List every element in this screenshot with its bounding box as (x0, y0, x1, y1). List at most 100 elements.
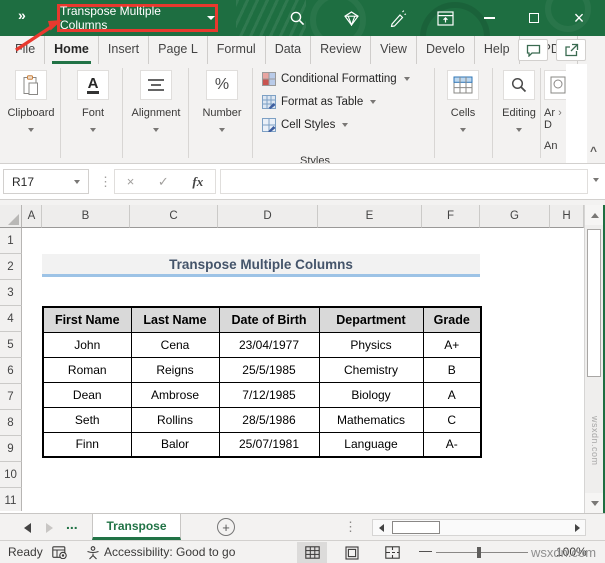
worksheet-area[interactable]: Transpose Multiple Columns First Name Las… (22, 228, 584, 511)
enter-check-icon[interactable]: ✓ (158, 174, 169, 190)
row-header-1[interactable]: 1 (0, 228, 22, 254)
table-cell[interactable]: Mathematics (318, 406, 424, 433)
macro-record-icon[interactable] (52, 546, 67, 562)
format-as-table-button[interactable]: Format as Table (262, 94, 434, 109)
zoom-slider-track[interactable] (436, 552, 528, 553)
table-cell[interactable]: Balor (130, 431, 220, 458)
table-cell[interactable]: Rollins (130, 406, 220, 433)
table-cell[interactable]: Cena (130, 331, 220, 358)
page-layout-view-button[interactable] (337, 542, 367, 563)
share-button[interactable] (556, 39, 586, 61)
clipboard-group[interactable]: Clipboard (2, 70, 60, 137)
ribbon-tab-help[interactable]: Help (475, 36, 520, 64)
table-header-cell[interactable]: Date of Birth (218, 306, 320, 333)
table-cell[interactable]: 28/5/1986 (218, 406, 320, 433)
row-header-2[interactable]: 2 (0, 254, 22, 280)
alignment-group[interactable]: Alignment (127, 70, 185, 137)
number-group[interactable]: % Number (193, 70, 251, 137)
horizontal-scrollbar[interactable] (372, 519, 586, 536)
table-cell[interactable]: A+ (422, 331, 482, 358)
row-header-8[interactable]: 8 (0, 410, 22, 436)
horizontal-scrollbar-thumb[interactable] (392, 521, 440, 534)
font-group[interactable]: A Font (64, 70, 122, 137)
table-cell[interactable]: A- (422, 431, 482, 458)
row-header-11[interactable]: 11 (0, 488, 22, 511)
column-header-h[interactable]: H (550, 205, 584, 228)
table-cell[interactable]: Dean (42, 381, 132, 408)
table-cell[interactable]: 25/07/1981 (218, 431, 320, 458)
scroll-left-button[interactable] (373, 520, 389, 535)
select-all-corner[interactable] (0, 205, 22, 228)
sheet-tab-transpose[interactable]: Transpose (92, 514, 181, 540)
accessibility-status[interactable]: Accessibility: Good to go (104, 545, 235, 559)
table-cell[interactable]: B (422, 356, 482, 383)
zoom-out-button[interactable]: — (419, 543, 432, 558)
ribbon-tab-file[interactable]: File (6, 36, 46, 64)
table-cell[interactable]: Physics (318, 331, 424, 358)
column-header-f[interactable]: F (422, 205, 480, 228)
ribbon-tab-review[interactable]: Review (311, 36, 372, 64)
ribbon-tab-formul[interactable]: Formul (208, 36, 266, 64)
cell-styles-button[interactable]: Cell Styles (262, 117, 434, 132)
maximize-button[interactable] (515, 0, 553, 36)
worksheet-title-banner[interactable]: Transpose Multiple Columns (42, 254, 480, 277)
table-cell[interactable]: 7/12/1985 (218, 381, 320, 408)
quick-access-overflow-button[interactable]: » (18, 7, 27, 23)
table-header-cell[interactable]: Grade (422, 306, 482, 333)
row-header-10[interactable]: 10 (0, 462, 22, 488)
ribbon-tab-view[interactable]: View (371, 36, 417, 64)
collapse-ribbon-icon[interactable]: ^ (590, 144, 597, 158)
ribbon-display-options-icon[interactable] (428, 0, 462, 36)
table-header-cell[interactable]: Last Name (130, 306, 220, 333)
formula-input[interactable] (220, 169, 588, 194)
vertical-scrollbar[interactable] (584, 205, 604, 513)
row-header-5[interactable]: 5 (0, 332, 22, 358)
table-header-cell[interactable]: Department (318, 306, 424, 333)
more-sheets-button[interactable]: ... (66, 516, 78, 532)
ribbon-tab-develo[interactable]: Develo (417, 36, 475, 64)
column-header-e[interactable]: E (318, 205, 422, 228)
name-box[interactable]: R17 (3, 169, 89, 194)
next-sheet-icon[interactable] (46, 523, 53, 533)
workbook-title-searchbox[interactable]: Transpose Multiple Columns (57, 4, 218, 32)
column-header-d[interactable]: D (218, 205, 318, 228)
editing-group[interactable]: Editing (494, 70, 544, 137)
page-break-view-button[interactable] (377, 542, 407, 563)
scroll-up-button[interactable] (585, 205, 604, 225)
table-header-cell[interactable]: First Name (42, 306, 132, 333)
scroll-right-button[interactable] (569, 520, 585, 535)
vertical-scrollbar-thumb[interactable] (587, 229, 601, 377)
table-cell[interactable]: Biology (318, 381, 424, 408)
table-cell[interactable]: Chemistry (318, 356, 424, 383)
table-cell[interactable]: John (42, 331, 132, 358)
column-header-b[interactable]: B (42, 205, 130, 228)
table-cell[interactable]: Reigns (130, 356, 220, 383)
zoom-slider-handle[interactable] (477, 547, 481, 558)
conditional-formatting-button[interactable]: Conditional Formatting (262, 71, 434, 86)
table-cell[interactable]: 25/5/1985 (218, 356, 320, 383)
comments-button[interactable] (518, 39, 548, 61)
new-sheet-button[interactable]: + (217, 518, 235, 536)
normal-view-button[interactable] (297, 542, 327, 563)
table-cell[interactable]: Seth (42, 406, 132, 433)
draw-pen-icon[interactable] (381, 0, 415, 36)
table-cell[interactable]: A (422, 381, 482, 408)
ribbon-tab-home[interactable]: Home (45, 36, 99, 64)
column-header-a[interactable]: A (22, 205, 42, 228)
row-header-3[interactable]: 3 (0, 280, 22, 306)
table-cell[interactable]: Roman (42, 356, 132, 383)
column-header-g[interactable]: G (480, 205, 550, 228)
close-button[interactable]: × (560, 0, 598, 36)
minimize-button[interactable] (470, 0, 508, 36)
gem-icon[interactable] (334, 0, 368, 36)
chevron-down-icon[interactable] (593, 178, 599, 182)
insert-function-button[interactable]: fx (192, 174, 203, 190)
cancel-icon[interactable]: × (127, 174, 135, 189)
search-icon[interactable] (280, 0, 314, 36)
row-header-6[interactable]: 6 (0, 358, 22, 384)
column-header-c[interactable]: C (130, 205, 218, 228)
ribbon-tab-page-l[interactable]: Page L (149, 36, 208, 64)
cells-group[interactable]: Cells (437, 70, 489, 137)
row-header-7[interactable]: 7 (0, 384, 22, 410)
accessibility-icon[interactable] (86, 546, 100, 563)
